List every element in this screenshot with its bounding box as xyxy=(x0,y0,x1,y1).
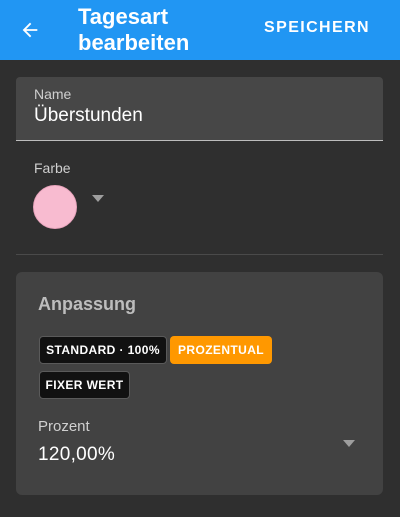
name-field-value[interactable]: Überstunden xyxy=(34,105,143,127)
back-button[interactable] xyxy=(12,12,48,48)
color-swatch[interactable] xyxy=(33,185,77,229)
app-bar: Tagesart bearbeiten SPEICHERN xyxy=(0,0,400,60)
color-label: Farbe xyxy=(34,160,71,176)
page-title-line2: bearbeiten xyxy=(78,30,190,55)
divider xyxy=(16,254,383,255)
name-field-label: Name xyxy=(34,86,72,102)
option-standard-chip[interactable]: STANDARD · 100% xyxy=(39,336,167,364)
option-fixed-value-chip[interactable]: FIXER WERT xyxy=(39,371,130,399)
page-title-line1: Tagesart xyxy=(78,4,169,29)
arrow-left-icon xyxy=(22,22,38,38)
page-title: Tagesart bearbeiten xyxy=(78,4,248,56)
save-button[interactable]: SPEICHERN xyxy=(264,19,370,37)
adjustment-card: Anpassung STANDARD · 100% PROZENTUAL FIX… xyxy=(16,272,383,495)
caret-down-icon[interactable] xyxy=(343,440,355,448)
option-percent-chip[interactable]: PROZENTUAL xyxy=(170,336,272,364)
name-field[interactable]: Name Überstunden xyxy=(16,77,383,141)
percent-select[interactable]: 120,00% xyxy=(38,444,115,466)
adjustment-title: Anpassung xyxy=(38,294,137,314)
caret-down-icon[interactable] xyxy=(92,195,104,203)
percent-label: Prozent xyxy=(38,418,90,435)
